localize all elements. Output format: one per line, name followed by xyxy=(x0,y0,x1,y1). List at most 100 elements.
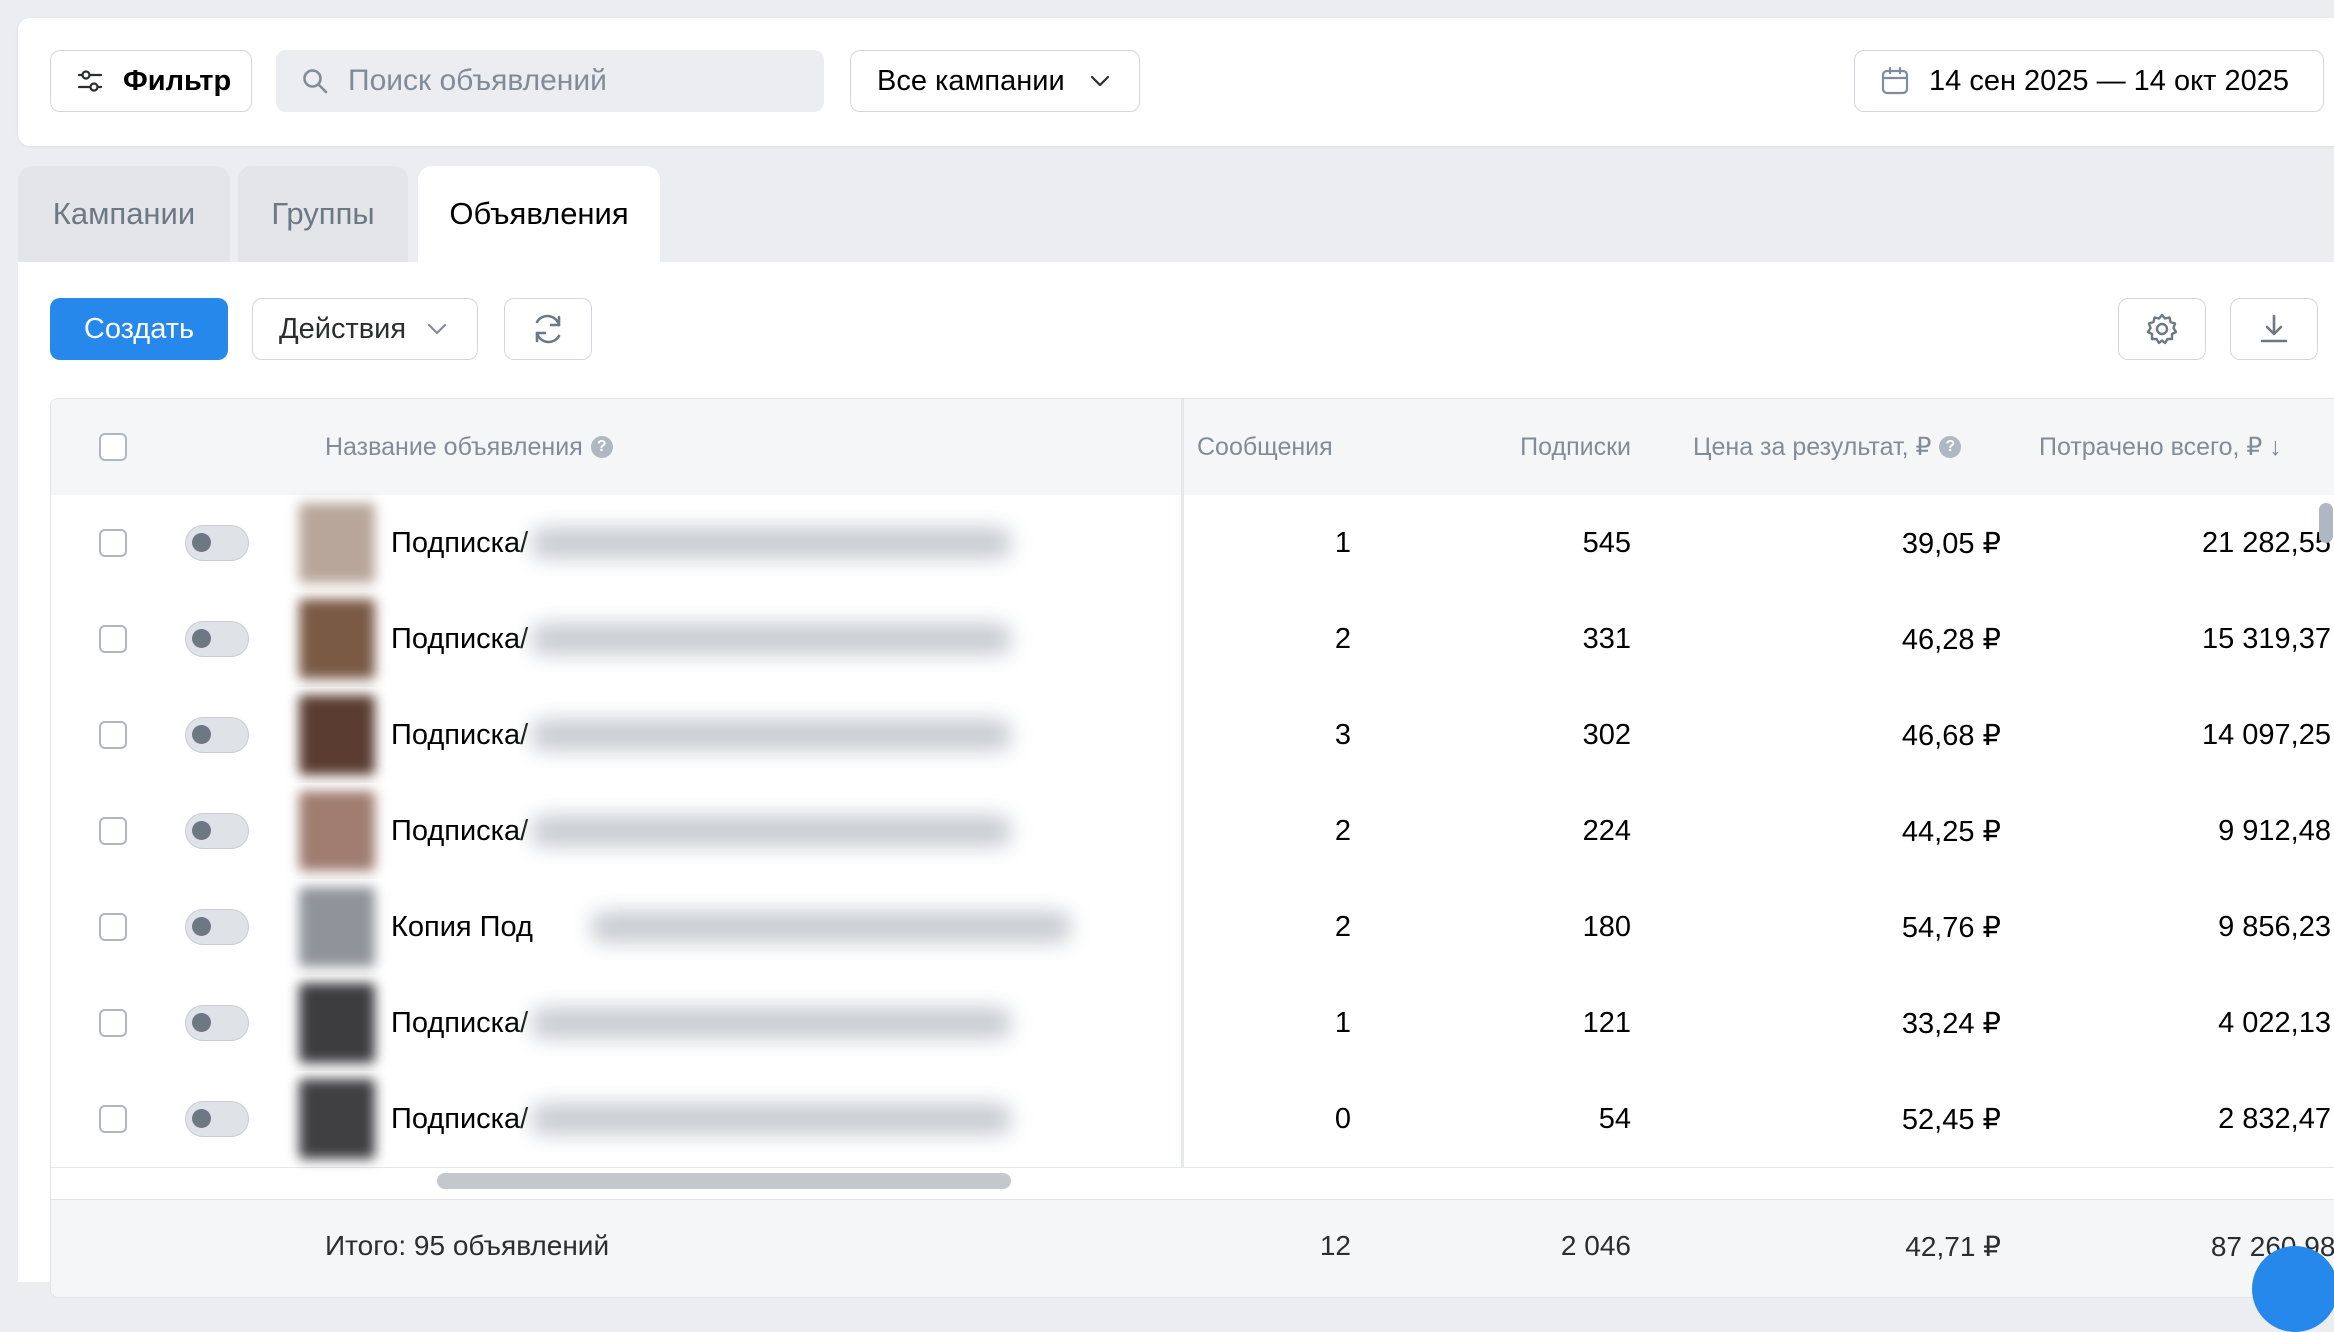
vertical-scrollbar[interactable] xyxy=(2319,503,2333,543)
gear-icon xyxy=(2146,313,2178,345)
ad-name[interactable]: Подписка/ xyxy=(391,975,528,1071)
table-row[interactable]: Подписка/ 1 545 39,05 ₽ 21 282,55 xyxy=(51,495,2334,592)
ad-name[interactable]: Подписка/ xyxy=(391,591,528,687)
actions-dropdown-label: Действия xyxy=(279,312,407,345)
cell-subscriptions: 545 xyxy=(1582,526,1631,559)
column-name-header[interactable]: Название объявления ? xyxy=(325,399,613,495)
row-checkbox[interactable] xyxy=(99,817,127,845)
total-price: 42,71 ₽ xyxy=(1905,1231,2001,1262)
ad-status-toggle[interactable] xyxy=(185,717,249,753)
cell-price: 44,25 ₽ xyxy=(1901,815,2001,848)
cell-price: 39,05 ₽ xyxy=(1901,527,2001,560)
tab-ads[interactable]: Объявления xyxy=(418,166,660,262)
create-button[interactable]: Создать xyxy=(50,298,228,360)
ads-panel: Создать Действия Название объявления ? С… xyxy=(18,262,2334,1298)
column-spent-header[interactable]: Потрачено всего, ₽ ↓ xyxy=(2039,399,2282,495)
ad-name[interactable]: Подписка/ xyxy=(391,687,528,783)
ad-thumbnail xyxy=(299,1079,375,1159)
table-settings-button[interactable] xyxy=(2118,298,2206,360)
cell-subscriptions: 331 xyxy=(1582,622,1631,655)
table-row[interactable]: Подписка/ 2 224 44,25 ₽ 9 912,48 xyxy=(51,783,2334,880)
cell-messages: 1 xyxy=(1334,526,1351,559)
ad-name[interactable]: Подписка/ xyxy=(391,783,528,879)
column-messages-header[interactable]: Сообщения xyxy=(1197,399,1333,495)
ad-status-toggle[interactable] xyxy=(185,1101,249,1137)
cell-spent: 21 282,55 xyxy=(2201,526,2331,559)
frozen-column-divider xyxy=(1181,399,1184,1167)
calendar-icon xyxy=(1881,66,1909,95)
tab-groups[interactable]: Группы xyxy=(238,166,408,262)
cell-price: 46,68 ₽ xyxy=(1901,719,2001,752)
export-button[interactable] xyxy=(2230,298,2318,360)
table-row[interactable]: Копия Под 2 180 54,76 ₽ 9 856,23 xyxy=(51,879,2334,976)
help-icon[interactable]: ? xyxy=(1939,436,1962,458)
date-range-picker[interactable]: 14 сен 2025 — 14 окт 2025 xyxy=(1854,50,2324,112)
ad-thumbnail xyxy=(299,983,375,1063)
refresh-button[interactable] xyxy=(504,298,592,360)
cell-messages: 2 xyxy=(1334,622,1351,655)
cell-spent: 9 912,48 xyxy=(2218,814,2331,847)
search-box[interactable] xyxy=(276,50,824,112)
ad-thumbnail xyxy=(299,599,375,679)
table-row[interactable]: Подписка/ 3 302 46,68 ₽ 14 097,25 xyxy=(51,687,2334,784)
table-footer: Итого: 95 объявлений 12 2 046 42,71 ₽ 87… xyxy=(51,1199,2334,1297)
cell-messages: 2 xyxy=(1334,910,1351,943)
ad-name[interactable]: Подписка/ xyxy=(391,495,528,591)
cell-price: 46,28 ₽ xyxy=(1901,623,2001,656)
cell-price: 54,76 ₽ xyxy=(1901,911,2001,944)
column-subscriptions-header[interactable]: Подписки xyxy=(1431,399,1631,495)
cell-messages: 1 xyxy=(1334,1006,1351,1039)
ad-name[interactable]: Копия Под xyxy=(391,879,533,975)
horizontal-scrollbar[interactable] xyxy=(437,1173,1011,1189)
cell-spent: 15 319,37 xyxy=(2201,622,2331,655)
actions-dropdown[interactable]: Действия xyxy=(252,298,478,360)
row-checkbox[interactable] xyxy=(99,913,127,941)
redacted-text xyxy=(531,1103,1011,1135)
total-label: Итого: 95 объявлений xyxy=(325,1230,610,1261)
chevron-down-icon xyxy=(427,323,447,335)
ad-name[interactable]: Подписка/ xyxy=(391,1071,528,1167)
campaign-select-value: Все кампании xyxy=(877,64,1065,97)
cell-price: 52,45 ₽ xyxy=(1901,1103,2001,1136)
refresh-icon xyxy=(535,314,561,344)
redacted-text xyxy=(591,911,1071,943)
search-input[interactable] xyxy=(346,63,810,99)
cell-subscriptions: 180 xyxy=(1582,910,1631,943)
row-checkbox[interactable] xyxy=(99,721,127,749)
ad-status-toggle[interactable] xyxy=(185,621,249,657)
select-all-checkbox[interactable] xyxy=(99,433,127,461)
help-icon[interactable]: ? xyxy=(590,436,613,458)
cell-spent: 9 856,23 xyxy=(2218,910,2331,943)
search-icon xyxy=(303,69,328,94)
cell-subscriptions: 54 xyxy=(1598,1102,1631,1135)
ad-thumbnail xyxy=(299,791,375,871)
table-row[interactable]: Подписка/ 2 331 46,28 ₽ 15 319,37 xyxy=(51,591,2334,688)
row-checkbox[interactable] xyxy=(99,1105,127,1133)
campaign-select[interactable]: Все кампании xyxy=(850,50,1140,112)
row-checkbox[interactable] xyxy=(99,625,127,653)
cell-subscriptions: 302 xyxy=(1582,718,1631,751)
ad-status-toggle[interactable] xyxy=(185,1005,249,1041)
ad-thumbnail xyxy=(299,503,375,583)
row-checkbox[interactable] xyxy=(99,529,127,557)
ad-status-toggle[interactable] xyxy=(185,909,249,945)
tab-campaigns[interactable]: Кампании xyxy=(18,166,230,262)
help-chat-button[interactable] xyxy=(2252,1246,2334,1332)
ad-status-toggle[interactable] xyxy=(185,525,249,561)
table-row[interactable]: Подписка/ 0 54 52,45 ₽ 2 832,47 xyxy=(51,1071,2334,1168)
date-range-value: 14 сен 2025 — 14 окт 2025 xyxy=(1929,64,2289,97)
table-header: Название объявления ? Сообщения Подписки… xyxy=(51,399,2334,496)
cell-subscriptions: 224 xyxy=(1582,814,1631,847)
cell-subscriptions: 121 xyxy=(1582,1006,1631,1039)
ad-status-toggle[interactable] xyxy=(185,813,249,849)
redacted-text xyxy=(531,623,1011,655)
column-price-header[interactable]: Цена за результат, ₽ ? xyxy=(1693,399,1962,495)
cell-messages: 3 xyxy=(1334,718,1351,751)
row-checkbox[interactable] xyxy=(99,1009,127,1037)
redacted-text xyxy=(531,527,1011,559)
ads-table: Название объявления ? Сообщения Подписки… xyxy=(50,398,2334,1298)
cell-messages: 0 xyxy=(1334,1102,1351,1135)
cell-spent: 2 832,47 xyxy=(2218,1102,2331,1135)
table-row[interactable]: Подписка/ 1 121 33,24 ₽ 4 022,13 xyxy=(51,975,2334,1072)
filter-button[interactable]: Фильтр xyxy=(50,50,252,112)
